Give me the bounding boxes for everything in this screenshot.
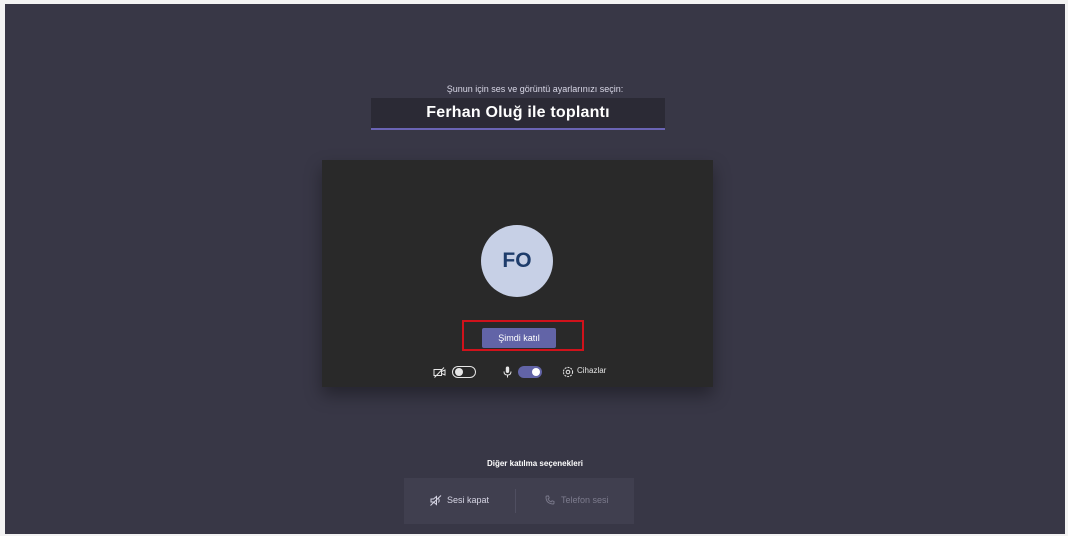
settings-prompt: Şunun için ses ve görüntü ayarlarınızı s… xyxy=(446,84,624,94)
avatar: FO xyxy=(481,225,553,297)
meeting-title: Ferhan Oluğ ile toplantı xyxy=(426,104,610,121)
speaker-off-icon xyxy=(430,494,442,506)
options-divider xyxy=(515,489,516,513)
phone-audio-option[interactable]: Telefon sesi xyxy=(544,494,609,506)
meeting-title-bar: Ferhan Oluğ ile toplantı xyxy=(371,98,665,130)
microphone-icon[interactable] xyxy=(500,365,514,379)
microphone-toggle[interactable] xyxy=(518,366,542,378)
microphone-toggle-knob xyxy=(532,368,540,376)
other-join-options: Sesi kapat Telefon sesi xyxy=(404,478,634,524)
avatar-initials: FO xyxy=(502,249,532,272)
device-controls: Cihazlar xyxy=(322,364,713,380)
camera-off-icon[interactable] xyxy=(432,365,446,379)
prejoin-screen: Şunun için ses ve görüntü ayarlarınızı s… xyxy=(5,4,1065,534)
phone-icon xyxy=(544,494,556,506)
camera-toggle[interactable] xyxy=(452,366,476,378)
other-join-options-title: Diğer katılma seçenekleri xyxy=(486,459,584,468)
gear-icon[interactable] xyxy=(561,365,575,379)
camera-toggle-knob xyxy=(455,368,463,376)
phone-audio-label: Telefon sesi xyxy=(561,495,609,505)
mute-audio-label: Sesi kapat xyxy=(447,495,490,505)
mute-audio-option[interactable]: Sesi kapat xyxy=(430,494,489,506)
devices-button[interactable]: Cihazlar xyxy=(577,366,606,375)
video-preview: FO Şimdi katıl Cihazlar xyxy=(322,160,713,387)
join-now-button[interactable]: Şimdi katıl xyxy=(482,328,556,348)
